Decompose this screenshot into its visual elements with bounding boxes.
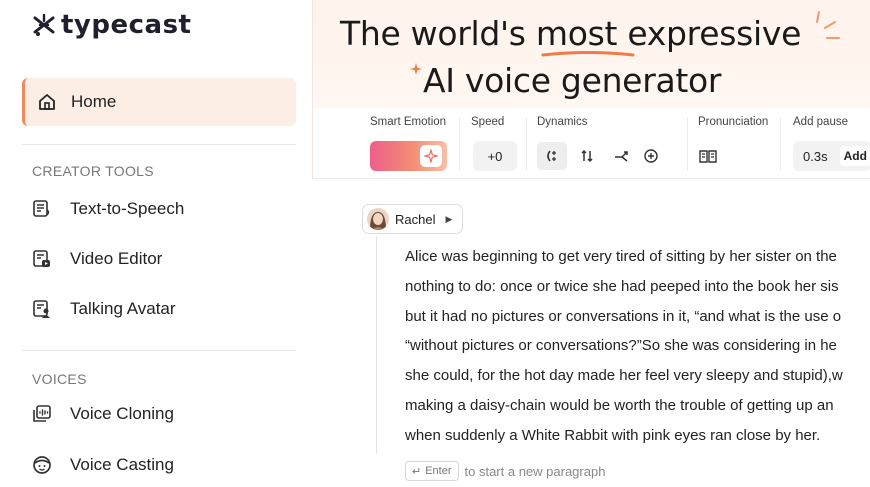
logo-text: typecast [61,10,192,40]
script-paragraph[interactable]: Alice was beginning to get very tired of… [405,242,870,451]
sparkle-icon [424,149,438,163]
voice-casting-icon [33,456,51,474]
enter-icon: ↵ [412,465,422,478]
sparkle-icon [816,11,840,39]
sidebar-item-label: Talking Avatar [70,299,176,318]
sidebar-item-text-to-speech[interactable]: Text-to-Speech [32,193,184,225]
smart-emotion-button[interactable] [370,141,447,171]
main-area: The world's most expressive AI voice gen… [312,0,870,487]
dynamics-tone-button[interactable] [611,146,631,166]
pronunciation-label: Pronunciation [698,116,769,128]
divider [687,118,688,170]
sidebar-item-label: Home [71,92,117,111]
typecast-logo-icon [33,13,55,36]
divider [22,350,296,351]
enter-key-badge: ↵ Enter [405,461,459,481]
hero-title-line-2: AI voice generator [423,61,722,100]
pause-control: 0.3s Add [793,141,870,171]
pronunciation-button[interactable] [698,146,718,166]
pitch-icon [581,149,593,163]
sidebar: typecast Home CREATOR TOOLS Text-to-Spee… [0,0,312,487]
speed-value-button[interactable]: +0 [473,141,517,171]
sidebar-item-label: Text-to-Speech [70,199,185,218]
sidebar-item-home[interactable]: Home [22,78,296,126]
sidebar-item-talking-avatar[interactable]: Talking Avatar [32,293,176,325]
sidebar-item-label: Voice Casting [70,455,174,474]
dynamics-label: Dynamics [537,116,588,128]
add-pause-label: Add pause [793,116,848,128]
emphasis-icon [547,150,556,162]
divider [459,118,460,170]
speed-label: Speed [471,116,505,128]
section-title-creator-tools: CREATOR TOOLS [32,163,154,179]
script-line: making a daisy-chain would be worth the … [405,396,834,414]
hero-text: expressive [617,14,802,53]
hero-highlight-word: most [535,14,618,53]
star-icon [410,63,422,75]
video-editor-icon [33,250,50,267]
script-line: nothing to do: once or twice she had pee… [405,277,839,295]
dynamics-pitch-button[interactable] [577,146,597,166]
sidebar-item-voice-casting[interactable]: Voice Casting [32,449,174,481]
sidebar-item-label: Video Editor [70,249,163,268]
add-pause-button[interactable]: Add [839,146,870,166]
underline-decoration [541,51,635,57]
script-line: but it had no pictures or conversations … [405,307,842,325]
speaker-name: Rachel [395,211,436,227]
script-line: Alice was beginning to get very tired of… [405,248,837,265]
dynamics-add-button[interactable] [641,146,661,166]
divider [22,144,296,145]
paragraph-guide-line [376,236,377,454]
sidebar-item-voice-cloning[interactable]: Voice Cloning [32,398,174,430]
script-line: “without pictures or conversations?”So s… [405,337,837,355]
smart-emotion-group: Smart Emotion [370,116,447,171]
avatar [367,208,389,230]
chevron-right-icon: ▶ [445,213,453,224]
hero-banner: The world's most expressive AI voice gen… [312,0,870,178]
divider [780,118,781,170]
sidebar-item-label: Voice Cloning [70,404,174,423]
dynamics-group: Dynamics [537,116,658,170]
speaker-selector[interactable]: Rachel ▶ [362,204,464,234]
sidebar-item-video-editor[interactable]: Video Editor [32,243,162,275]
enter-hint-text: to start a new paragraph [464,463,606,479]
section-title-voices: VOICES [32,371,87,387]
tone-curve-icon [615,151,628,162]
dynamics-emphasis-button[interactable] [537,142,567,170]
pause-value[interactable]: 0.3s [803,149,828,164]
hero-text: The world's [340,14,536,53]
script-line: when suddenly a White Rabbit with pink e… [405,426,821,444]
pronunciation-group: Pronunciation [698,116,769,163]
script-line: she could, for the hot day made her feel… [405,367,843,385]
text-to-speech-icon [33,200,50,217]
divider [312,178,870,179]
plus-circle-icon [644,149,658,163]
talking-avatar-icon [33,300,50,318]
smart-emotion-label: Smart Emotion [370,116,447,128]
new-paragraph-hint: ↵ Enter to start a new paragraph [405,461,605,481]
voice-toolbar: Smart Emotion Speed +0 Dynamics Pronunci… [313,108,870,178]
enter-key-label: Enter [425,465,452,477]
hero-title-line-1: The world's most expressive [340,14,801,53]
add-pause-group: Add pause 0.3s Add [793,116,870,171]
speed-group: Speed +0 [471,116,517,171]
divider [526,118,527,170]
dictionary-icon [699,150,717,163]
smart-emotion-knob [420,145,442,167]
home-icon [39,94,55,110]
logo[interactable]: typecast [31,10,191,40]
voice-cloning-icon [33,405,51,422]
